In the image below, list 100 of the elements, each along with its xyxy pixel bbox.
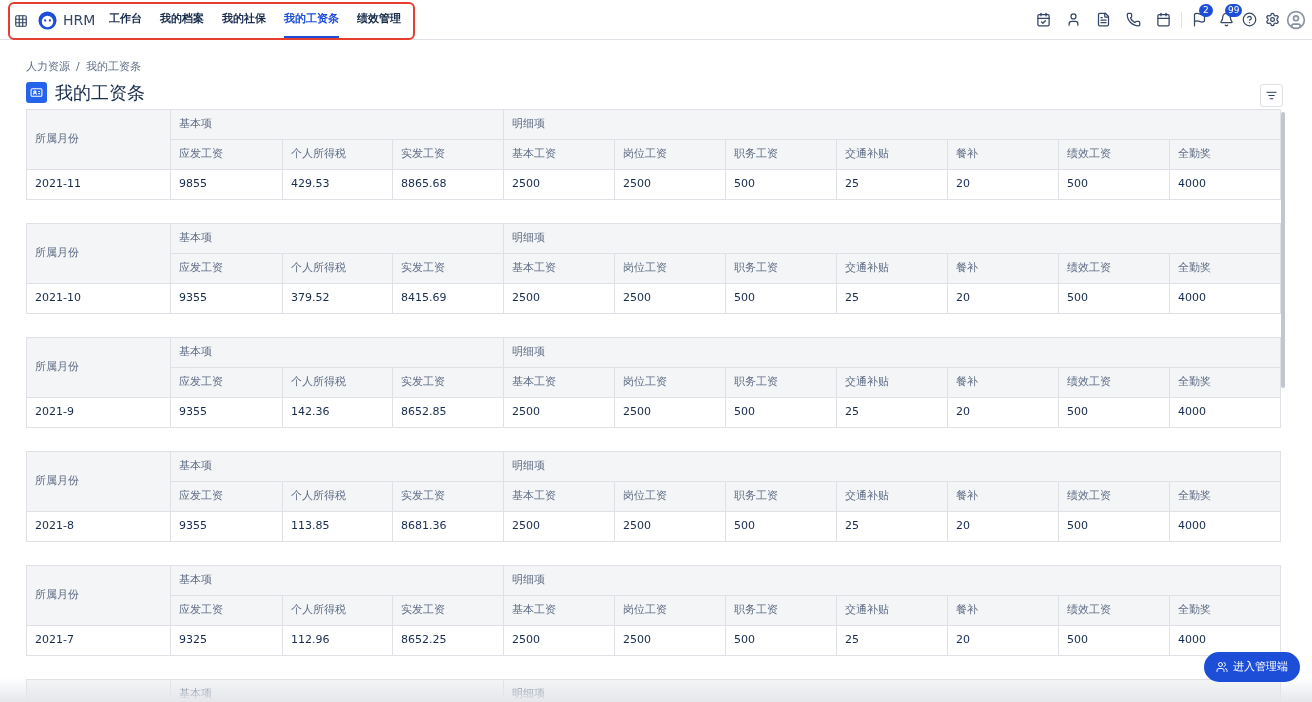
header-cell: 应发工资 [171, 367, 283, 398]
header-cell: 个人所得税 [283, 139, 393, 170]
admin-button[interactable]: 进入管理端 [1204, 652, 1300, 682]
header-cell: 岗位工资 [615, 139, 726, 170]
group-header: 明细项 [504, 679, 1281, 702]
table-cell: 20 [948, 511, 1059, 542]
header-cell: 职务工资 [726, 253, 837, 284]
header-cell: 全勤奖 [1170, 253, 1281, 284]
header-cell: 应发工资 [171, 139, 283, 170]
breadcrumb-link[interactable]: 人力资源 [26, 59, 70, 76]
avatar-icon[interactable] [1286, 9, 1306, 30]
group-header: 明细项 [504, 337, 1281, 368]
nav-tab[interactable]: 绩效管理 [357, 3, 402, 38]
phone-icon[interactable] [1126, 12, 1141, 27]
group-header: 明细项 [504, 109, 1281, 140]
table-cell: 2021-9 [27, 397, 171, 428]
nav-tab[interactable]: 我的工资条 [284, 3, 340, 38]
table-cell: 20 [948, 169, 1059, 200]
header-cell: 所属月份 [27, 565, 171, 626]
table-cell: 2500 [504, 169, 615, 200]
app-switcher-icon[interactable] [14, 13, 28, 28]
table-cell: 8652.25 [393, 625, 504, 656]
table-cell: 142.36 [283, 397, 393, 428]
header-cell: 绩效工资 [1059, 253, 1170, 284]
table-cell: 500 [726, 625, 837, 656]
table-cell: 4000 [1170, 511, 1281, 542]
table-cell: 8415.69 [393, 283, 504, 314]
document-icon[interactable] [1096, 12, 1111, 27]
table-cell: 2500 [615, 511, 726, 542]
header-cell: 实发工资 [393, 595, 504, 626]
table-cell: 500 [1059, 397, 1170, 428]
breadcrumb-link[interactable]: 我的工资条 [85, 59, 141, 76]
table-cell: 8865.68 [393, 169, 504, 200]
filter-icon [1266, 89, 1277, 101]
header-cell: 实发工资 [393, 139, 504, 170]
table-cell: 9355 [171, 283, 283, 314]
header-cell: 实发工资 [393, 481, 504, 512]
nav-tab[interactable]: 我的档案 [160, 3, 205, 38]
scrollbar-thumb[interactable] [1281, 112, 1285, 388]
flag-icon[interactable] [1192, 12, 1207, 27]
help-icon[interactable] [1242, 12, 1257, 27]
group-header: 明细项 [504, 565, 1281, 596]
header-cell: 基本工资 [504, 595, 615, 626]
table-cell: 8681.36 [393, 511, 504, 542]
header-cell: 基本工资 [504, 367, 615, 398]
calendar-check-icon[interactable] [1036, 12, 1051, 27]
admin-button-label: 进入管理端 [1233, 658, 1288, 675]
table-cell: 8652.85 [393, 397, 504, 428]
header-cell: 全勤奖 [1170, 139, 1281, 170]
header-cell: 餐补 [948, 367, 1059, 398]
calendar-icon[interactable] [1156, 12, 1171, 27]
group-header: 基本项 [171, 451, 504, 482]
header-cell: 餐补 [948, 253, 1059, 284]
header-cell: 交通补贴 [837, 253, 948, 284]
header-cell: 岗位工资 [615, 481, 726, 512]
header-cell: 全勤奖 [1170, 595, 1281, 626]
table-cell: 500 [726, 397, 837, 428]
table-cell: 9355 [171, 511, 283, 542]
users-icon [1216, 661, 1228, 673]
payslip-icon [26, 81, 47, 103]
table-cell: 25 [837, 169, 948, 200]
nav-tab[interactable]: 我的社保 [222, 3, 267, 38]
page-title: 我的工资条 [55, 80, 145, 105]
group-header: 明细项 [504, 451, 1281, 482]
header-cell: 交通补贴 [837, 595, 948, 626]
user-icon[interactable] [1066, 12, 1081, 27]
header-cell: 交通补贴 [837, 481, 948, 512]
group-header: 基本项 [171, 565, 504, 596]
table-cell: 429.53 [283, 169, 393, 200]
table-cell: 2500 [615, 625, 726, 656]
filter-button[interactable] [1260, 83, 1283, 107]
group-header: 基本项 [171, 679, 504, 702]
table-cell: 20 [948, 283, 1059, 314]
bell-icon[interactable] [1219, 12, 1234, 27]
group-header: 基本项 [171, 223, 504, 254]
table-cell: 2021-11 [27, 169, 171, 200]
settings-icon[interactable] [1265, 12, 1280, 27]
table-cell: 2500 [504, 625, 615, 656]
header-cell: 所属月份 [27, 223, 171, 284]
nav-tab[interactable]: 工作台 [109, 3, 143, 38]
count-badge: 2 [1199, 4, 1213, 17]
header-cell: 所属月份 [27, 451, 171, 512]
table-cell: 4000 [1170, 397, 1281, 428]
table-cell: 2021-8 [27, 511, 171, 542]
table-cell: 500 [726, 511, 837, 542]
group-header: 基本项 [171, 109, 504, 140]
header-cell: 实发工资 [393, 367, 504, 398]
header-cell: 所属月份 [27, 337, 171, 398]
table-cell: 25 [837, 511, 948, 542]
table-cell: 2500 [504, 283, 615, 314]
table-cell: 25 [837, 397, 948, 428]
header-cell: 职务工资 [726, 139, 837, 170]
header-cell: 应发工资 [171, 253, 283, 284]
table-cell: 2021-10 [27, 283, 171, 314]
table-cell: 9855 [171, 169, 283, 200]
table-cell: 500 [1059, 283, 1170, 314]
table-cell: 2021-7 [27, 625, 171, 656]
table-cell: 500 [726, 283, 837, 314]
table-cell: 9325 [171, 625, 283, 656]
table-cell: 379.52 [283, 283, 393, 314]
